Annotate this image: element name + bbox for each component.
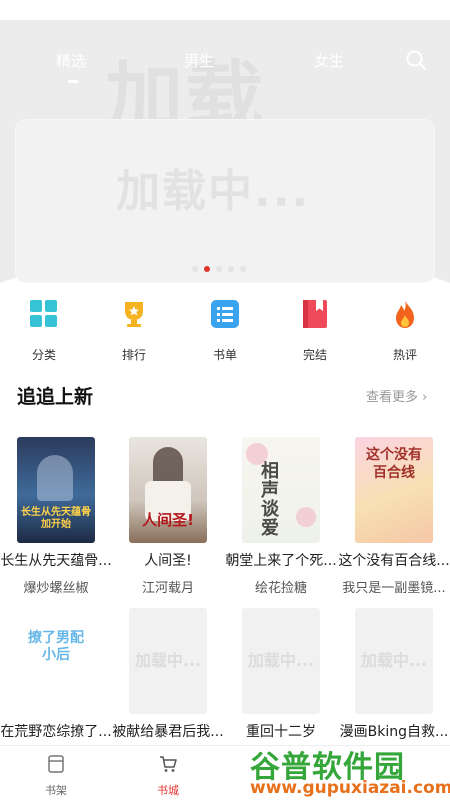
- book-title: 在荒野恋综撩了...: [0, 724, 112, 740]
- carousel-dot: [216, 266, 222, 272]
- shortcut-finished[interactable]: 完结: [280, 296, 350, 363]
- search-icon[interactable]: [404, 48, 428, 72]
- book-card[interactable]: 加载中... 被献给暴君后我...: [112, 608, 224, 741]
- shortcut-ranking[interactable]: 排行: [99, 296, 169, 363]
- book-title: 朝堂上来了个死...: [225, 553, 337, 569]
- shortcut-category[interactable]: 分类: [9, 296, 79, 363]
- book-cover-loading: 加载中...: [242, 608, 320, 714]
- cover-loading-text: 加载中...: [247, 651, 315, 671]
- tab-bookstore[interactable]: 书城: [138, 754, 198, 798]
- book-cover: 撩了男配小后: [17, 608, 95, 714]
- book-card[interactable]: 这个没有百合线 这个没有百合线... 我只是一副墨镜...: [338, 437, 450, 596]
- bookmark-book-icon: [303, 300, 327, 328]
- book-title: 长生从先天蕴骨...: [0, 553, 112, 569]
- site-watermark: 谷普软件园 www.gupuxiazai.com: [250, 742, 450, 800]
- book-cover: 这个没有百合线: [355, 437, 433, 543]
- section-title: 追追上新: [17, 386, 94, 408]
- book-title: 人间圣!: [144, 553, 192, 569]
- tab-bookshelf[interactable]: 书架: [26, 754, 86, 798]
- category-shortcuts: 分类 排行 书单 完结 热评: [0, 296, 450, 363]
- cover-text: 撩了男配小后: [28, 630, 84, 663]
- banner-carousel[interactable]: 加载中...: [16, 120, 434, 282]
- shortcut-booklist[interactable]: 书单: [190, 296, 260, 363]
- cover-text: 长生从先天蕴骨加开始: [21, 507, 91, 530]
- grid-icon: [30, 300, 57, 327]
- book-title: 漫画Bking自救...: [339, 724, 449, 740]
- tab-female[interactable]: 女生: [314, 50, 344, 71]
- book-card[interactable]: 相声谈爱 朝堂上来了个死... 绘花捡糖: [225, 437, 337, 596]
- banner-loading-text: 加载中...: [116, 166, 311, 217]
- book-card[interactable]: 加载中... 漫画Bking自救...: [338, 608, 450, 741]
- book-author: 江河载月: [141, 581, 194, 596]
- tab-male[interactable]: 男生: [184, 50, 214, 71]
- book-cover: 相声谈爱: [242, 437, 320, 543]
- book-author: 绘花捡糖: [254, 581, 307, 596]
- tab-label: 书城: [157, 784, 179, 797]
- cover-loading-text: 加载中...: [360, 651, 428, 671]
- book-title: 被献给暴君后我...: [112, 724, 224, 740]
- book-title: 重回十二岁: [246, 724, 316, 740]
- carousel-dot: [240, 266, 246, 272]
- cover-text: 人间圣!: [142, 511, 194, 529]
- flame-icon: [396, 300, 414, 328]
- book-card[interactable]: 人间圣! 人间圣! 江河载月: [112, 437, 224, 596]
- book-cover: 人间圣!: [129, 437, 207, 543]
- watermark-url: www.gupuxiazai.com: [250, 778, 450, 798]
- bookshelf-icon: [48, 755, 64, 773]
- cover-text: 相声谈爱: [261, 461, 279, 539]
- carousel-dot-active: [204, 266, 210, 272]
- status-bar: [0, 0, 450, 20]
- see-more-link[interactable]: 查看更多 ›: [366, 386, 427, 405]
- active-tab-indicator: [68, 80, 78, 83]
- book-card[interactable]: 撩了男配小后 在荒野恋综撩了...: [0, 608, 112, 741]
- book-author: 爆炒螺丝椒: [23, 581, 89, 596]
- book-card[interactable]: 加载中... 重回十二岁: [225, 608, 337, 741]
- shortcut-label: 排行: [121, 348, 146, 362]
- carousel-dot: [192, 266, 198, 272]
- trophy-icon: [125, 302, 143, 327]
- shortcut-label: 完结: [302, 348, 327, 362]
- book-author: 我只是一副墨镜...: [342, 581, 446, 596]
- shortcut-hot-reviews[interactable]: 热评: [370, 296, 440, 363]
- book-cover-loading: 加载中...: [355, 608, 433, 714]
- shortcut-label: 分类: [31, 348, 56, 362]
- cart-icon: [160, 756, 177, 772]
- book-title: 这个没有百合线...: [338, 553, 450, 569]
- list-icon: [211, 300, 239, 328]
- shortcut-label: 书单: [212, 348, 237, 362]
- book-card[interactable]: 长生从先天蕴骨加开始 长生从先天蕴骨... 爆炒螺丝椒: [0, 437, 112, 596]
- carousel-dots: [192, 266, 246, 272]
- channel-tabs: 精选 男生 女生: [0, 40, 450, 84]
- book-cover-loading: 加载中...: [129, 608, 207, 714]
- tab-label: 书架: [45, 784, 67, 797]
- cover-loading-text: 加载中...: [134, 651, 202, 671]
- shortcut-label: 热评: [392, 348, 417, 362]
- cover-text: 这个没有百合线: [366, 447, 422, 481]
- book-cover: 长生从先天蕴骨加开始: [17, 437, 95, 543]
- carousel-dot: [228, 266, 234, 272]
- tab-featured[interactable]: 精选: [56, 50, 86, 71]
